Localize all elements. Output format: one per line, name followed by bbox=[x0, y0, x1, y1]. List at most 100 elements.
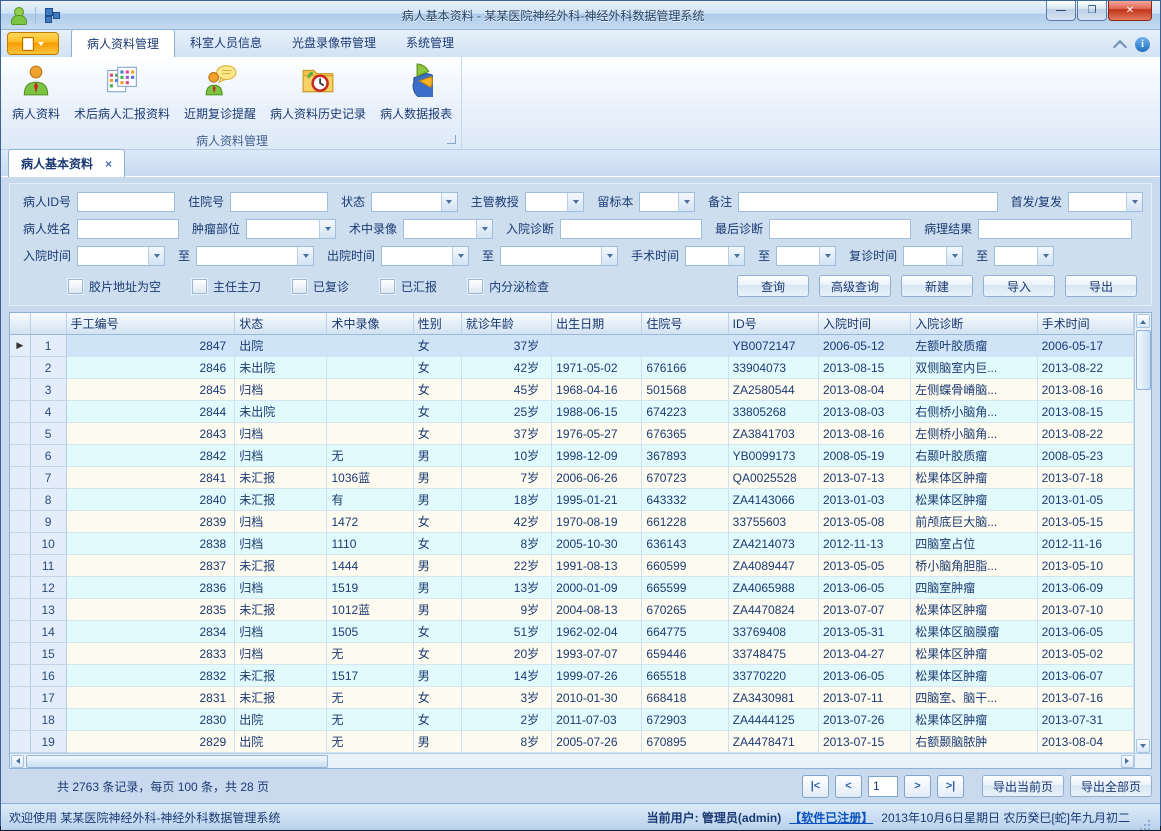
action-button-2[interactable]: 新建 bbox=[901, 275, 973, 297]
cell[interactable]: 7岁 bbox=[461, 467, 551, 489]
cell[interactable]: 367893 bbox=[642, 445, 728, 467]
chevron-down-icon[interactable] bbox=[148, 247, 164, 265]
cell[interactable]: 右额颞脑脓肿 bbox=[911, 731, 1037, 753]
cell[interactable]: 女 bbox=[413, 335, 461, 357]
cell[interactable]: 归档 bbox=[235, 379, 327, 401]
cell[interactable]: 1472 bbox=[327, 511, 413, 533]
filter-combobox[interactable] bbox=[639, 192, 695, 212]
cell[interactable]: 2839 bbox=[66, 511, 235, 533]
maximize-button[interactable]: ❐ bbox=[1077, 1, 1107, 21]
cell[interactable]: 665518 bbox=[642, 665, 728, 687]
filter-combobox[interactable] bbox=[500, 246, 618, 266]
cell[interactable]: 2834 bbox=[66, 621, 235, 643]
cell[interactable]: 13岁 bbox=[461, 577, 551, 599]
cell[interactable]: 女 bbox=[413, 379, 461, 401]
cell[interactable]: YB0099173 bbox=[728, 445, 818, 467]
column-header[interactable]: 入院时间 bbox=[818, 313, 910, 335]
cell[interactable]: ZA4444125 bbox=[728, 709, 818, 731]
chevron-down-icon[interactable] bbox=[567, 193, 583, 211]
cell[interactable]: 女 bbox=[413, 621, 461, 643]
cell[interactable]: 2000-01-09 bbox=[552, 577, 642, 599]
table-row[interactable]: 42844未出院女25岁1988-06-15674223338052682013… bbox=[10, 401, 1134, 423]
chevron-down-icon[interactable] bbox=[678, 193, 694, 211]
row-selector-cell[interactable] bbox=[10, 643, 30, 665]
cell[interactable]: 2013-08-22 bbox=[1037, 357, 1133, 379]
cell[interactable]: 1444 bbox=[327, 555, 413, 577]
vertical-scrollbar[interactable] bbox=[1134, 313, 1151, 753]
next-page-button[interactable]: > bbox=[904, 775, 931, 798]
cell[interactable]: 10岁 bbox=[461, 445, 551, 467]
cell[interactable]: 未汇报 bbox=[235, 467, 327, 489]
cell[interactable]: 2841 bbox=[66, 467, 235, 489]
cell[interactable]: 归档 bbox=[235, 423, 327, 445]
cell[interactable]: 松果体区肿瘤 bbox=[911, 709, 1037, 731]
horizontal-scrollbar[interactable] bbox=[10, 753, 1134, 768]
cell[interactable]: 右颞叶胶质瘤 bbox=[911, 445, 1037, 467]
cell[interactable]: 无 bbox=[327, 445, 413, 467]
table-row[interactable]: 122836归档1519男13岁2000-01-09665599ZA406598… bbox=[10, 577, 1134, 599]
cell[interactable]: 归档 bbox=[235, 643, 327, 665]
cell[interactable]: 2013-07-26 bbox=[818, 709, 910, 731]
chevron-down-icon[interactable] bbox=[441, 193, 457, 211]
cell[interactable]: 2011-07-03 bbox=[552, 709, 642, 731]
cell[interactable]: 1991-08-13 bbox=[552, 555, 642, 577]
cell[interactable]: 2843 bbox=[66, 423, 235, 445]
cell[interactable]: 女 bbox=[413, 533, 461, 555]
cell[interactable]: ZA4214073 bbox=[728, 533, 818, 555]
cell[interactable]: ZA4089447 bbox=[728, 555, 818, 577]
action-button-1[interactable]: 高级查询 bbox=[819, 275, 891, 297]
cell[interactable]: 2842 bbox=[66, 445, 235, 467]
chevron-down-icon[interactable] bbox=[946, 247, 962, 265]
cell[interactable]: 1993-07-07 bbox=[552, 643, 642, 665]
filter-combobox[interactable] bbox=[1068, 192, 1143, 212]
cell[interactable]: 2013-05-02 bbox=[1037, 643, 1133, 665]
cell[interactable]: 左额叶胶质瘤 bbox=[911, 335, 1037, 357]
filter-input[interactable] bbox=[738, 192, 997, 212]
table-row[interactable]: 182830出院无女2岁2011-07-03672903ZA4444125201… bbox=[10, 709, 1134, 731]
row-selector-cell[interactable] bbox=[10, 533, 30, 555]
ribbon-button-2[interactable]: 近期复诊提醒 bbox=[177, 59, 263, 132]
cell[interactable]: 有 bbox=[327, 489, 413, 511]
ribbon-tab-0[interactable]: 病人资料管理 bbox=[71, 29, 175, 57]
cell[interactable]: 男 bbox=[413, 665, 461, 687]
scroll-down-icon[interactable] bbox=[1136, 739, 1150, 753]
cell[interactable]: 2012-11-16 bbox=[1037, 533, 1133, 555]
cell[interactable]: 2013-08-04 bbox=[1037, 731, 1133, 753]
cell[interactable]: 松果体区脑膜瘤 bbox=[911, 621, 1037, 643]
ribbon-button-0[interactable]: 病人资料 bbox=[5, 59, 67, 132]
cell[interactable]: 2006-05-12 bbox=[818, 335, 910, 357]
column-header[interactable]: 入院诊断 bbox=[911, 313, 1037, 335]
cell[interactable]: 2013-07-31 bbox=[1037, 709, 1133, 731]
filter-input[interactable] bbox=[560, 219, 702, 239]
cell[interactable]: 676166 bbox=[642, 357, 728, 379]
cell[interactable]: 2836 bbox=[66, 577, 235, 599]
filter-input[interactable] bbox=[77, 192, 175, 212]
table-row[interactable]: 152833归档无女20岁1993-07-0765944633748475201… bbox=[10, 643, 1134, 665]
row-selector-cell[interactable] bbox=[10, 577, 30, 599]
column-header[interactable]: 术中录像 bbox=[327, 313, 413, 335]
cell[interactable]: 归档 bbox=[235, 577, 327, 599]
chevron-down-icon[interactable] bbox=[819, 247, 835, 265]
table-row[interactable]: ▶12847出院女37岁YB00721472006-05-12左额叶胶质瘤200… bbox=[10, 335, 1134, 357]
cell[interactable] bbox=[327, 401, 413, 423]
cell[interactable]: 女 bbox=[413, 401, 461, 423]
table-row[interactable]: 32845归档女45岁1968-04-16501568ZA25805442013… bbox=[10, 379, 1134, 401]
cell[interactable]: 2013-05-08 bbox=[818, 511, 910, 533]
cell[interactable]: 1012蓝 bbox=[327, 599, 413, 621]
cell[interactable]: 1988-06-15 bbox=[552, 401, 642, 423]
cell[interactable]: 女 bbox=[413, 709, 461, 731]
cell[interactable]: 未汇报 bbox=[235, 599, 327, 621]
chevron-down-icon[interactable] bbox=[601, 247, 617, 265]
row-selector-cell[interactable] bbox=[10, 511, 30, 533]
cell[interactable]: 女 bbox=[413, 643, 461, 665]
table-row[interactable]: 52843归档女37岁1976-05-27676365ZA38417032013… bbox=[10, 423, 1134, 445]
cell[interactable]: 2013-08-03 bbox=[818, 401, 910, 423]
cell[interactable]: 未出院 bbox=[235, 357, 327, 379]
ribbon-tab-3[interactable]: 系统管理 bbox=[391, 29, 469, 57]
collapse-ribbon-icon[interactable] bbox=[1113, 39, 1127, 53]
cell[interactable]: 男 bbox=[413, 445, 461, 467]
table-row[interactable]: 112837未汇报1444男22岁1991-08-13660599ZA40894… bbox=[10, 555, 1134, 577]
row-selector-cell[interactable] bbox=[10, 401, 30, 423]
chevron-down-icon[interactable] bbox=[1037, 247, 1053, 265]
column-header[interactable]: 性别 bbox=[413, 313, 461, 335]
